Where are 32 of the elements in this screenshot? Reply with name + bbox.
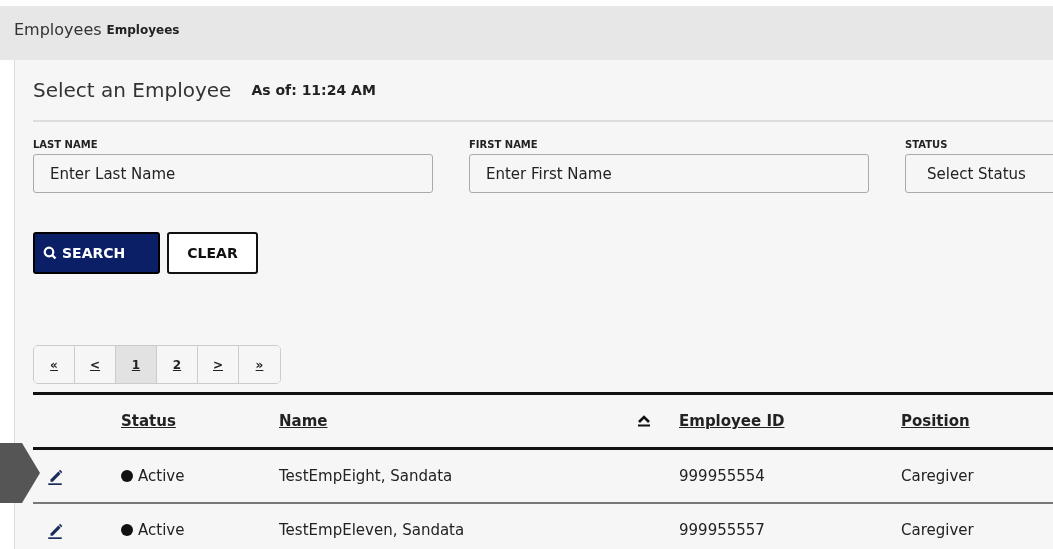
table-cell: TestEmpEight, Sandata [279, 467, 453, 485]
pencil-icon[interactable] [47, 521, 63, 539]
field-label: FIRST NAME [469, 139, 539, 150]
column-header[interactable]: Name [279, 412, 328, 430]
page-subtitle: Employees [106, 23, 180, 37]
table-cell: TestEmpEleven, Sandata [279, 521, 465, 539]
status-dot-icon [121, 524, 133, 536]
column-header[interactable]: Status [121, 412, 176, 430]
pencil-icon[interactable] [47, 467, 63, 485]
as-of-time: As of: 11:24 AM [251, 82, 376, 98]
table-cell: 999955554 [679, 467, 765, 485]
sort-ascending-icon[interactable] [637, 415, 651, 427]
field-label: LAST NAME [33, 139, 99, 150]
column-header[interactable]: Employee ID [679, 412, 785, 430]
table-cell: Caregiver [901, 521, 974, 539]
page-button[interactable]: « [34, 346, 75, 383]
column-header[interactable]: Position [901, 412, 970, 430]
table-cell: Caregiver [901, 467, 974, 485]
clear-button[interactable]: CLEAR [167, 232, 258, 274]
table-cell: 999955557 [679, 521, 765, 539]
field-label: STATUS [905, 139, 949, 150]
search-button[interactable]: SEARCH [33, 232, 160, 274]
text-field[interactable]: Enter First Name [469, 154, 869, 193]
table-cell: Active [121, 521, 279, 539]
status-dropdown[interactable]: Select Status [905, 154, 1053, 193]
panel-title: Select an Employee [33, 78, 232, 102]
page-title: Employees [14, 20, 102, 39]
text-field[interactable]: Enter Last Name [33, 154, 433, 193]
status-dot-icon [121, 470, 133, 482]
search-icon [43, 246, 57, 260]
table-cell: Active [121, 467, 279, 485]
page-button[interactable]: 1 [116, 346, 157, 383]
